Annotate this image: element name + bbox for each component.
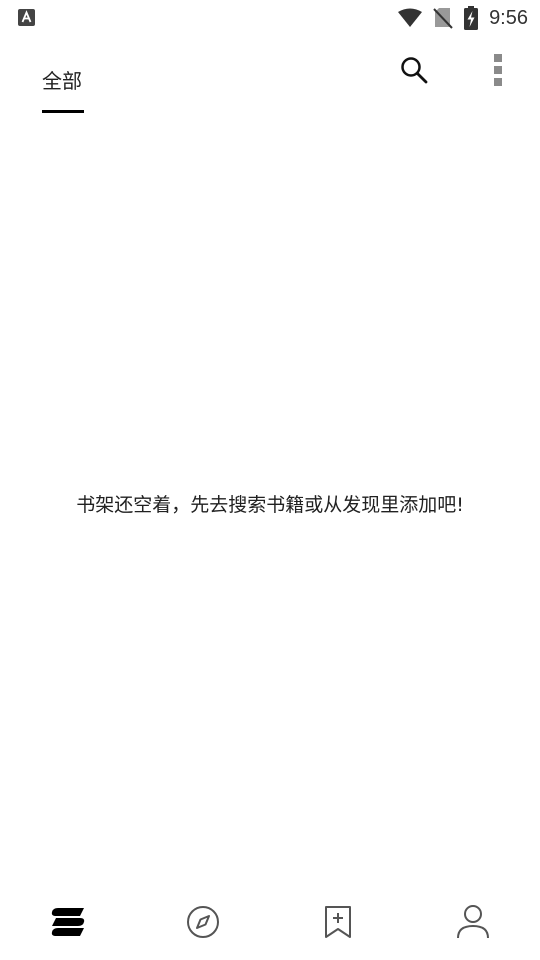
empty-bookshelf-message: 书架还空着，先去搜索书籍或从发现里添加吧!: [76, 494, 464, 516]
more-vertical-icon: [493, 54, 503, 90]
wifi-icon: [397, 8, 423, 28]
person-icon: [456, 904, 490, 940]
notification-a-icon: [18, 9, 35, 30]
compass-icon: [186, 905, 220, 939]
battery-charging-icon: [463, 6, 479, 30]
tab-all[interactable]: 全部: [42, 62, 84, 114]
search-button[interactable]: [394, 52, 434, 92]
nav-discover[interactable]: [135, 888, 270, 956]
status-bar: 9:56: [0, 0, 540, 36]
search-icon: [400, 56, 428, 88]
no-sim-icon: [433, 7, 453, 29]
bookshelf-icon: [50, 906, 86, 938]
more-options-button[interactable]: [478, 52, 518, 92]
tab-all-label: 全部: [42, 69, 82, 93]
tab-indicator: [42, 110, 84, 113]
bookshelf-screen: 9:56 全部 书架还空着，先去搜索书籍或从发现里添加吧!: [0, 0, 540, 960]
nav-bookshelf[interactable]: [0, 888, 135, 956]
bookmark-add-icon: [323, 905, 353, 939]
bottom-navigation: [0, 888, 540, 960]
nav-profile[interactable]: [405, 888, 540, 956]
nav-bookmarks[interactable]: [270, 888, 405, 956]
status-icons: 9:56: [397, 4, 528, 32]
status-time: 9:56: [489, 6, 528, 29]
